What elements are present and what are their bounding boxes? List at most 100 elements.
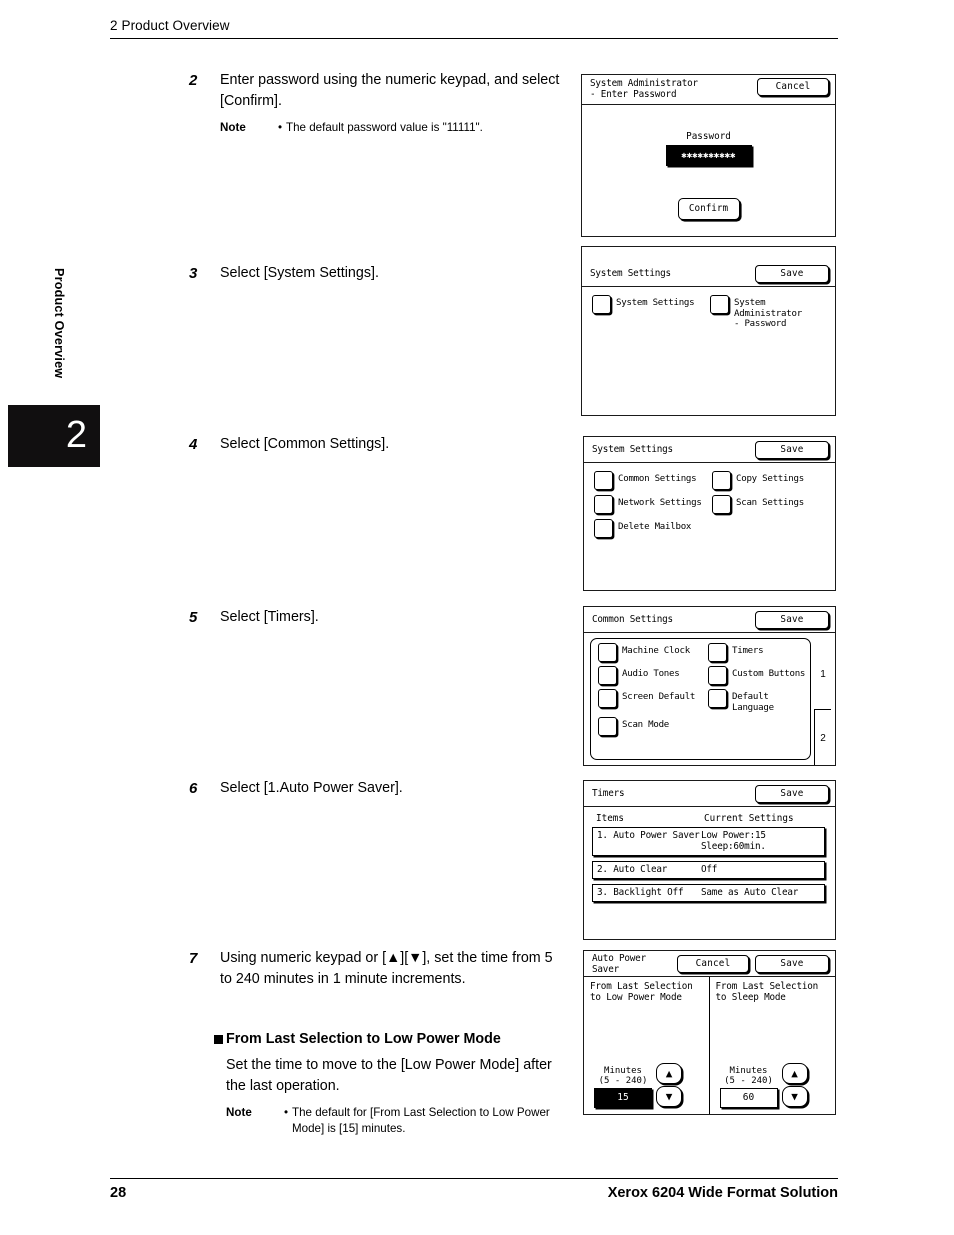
timers-table-header: Items Current Settings	[592, 813, 825, 827]
chapter-title: 2 Product Overview	[110, 18, 230, 33]
menu-item-system-settings[interactable]: System Settings	[592, 295, 704, 330]
selection-box-icon	[598, 666, 617, 685]
step-note: Note • The default password value is "11…	[189, 120, 561, 136]
panel-system-settings-root: System Settings Save System Settings Sys…	[581, 246, 836, 416]
cancel-button[interactable]: Cancel	[677, 954, 749, 973]
page-marker-2[interactable]: 2	[814, 709, 831, 765]
selection-box-icon	[708, 643, 727, 662]
panel-body: Password ✱✱✱✱✱✱✱✱✱✱ Confirm	[582, 105, 835, 236]
low-power-mode-column: From Last Selection to Low Power Mode Mi…	[584, 977, 710, 1114]
row-item-label: 3. Backlight Off	[597, 887, 684, 898]
panel-titlebar: System Settings Save	[582, 261, 835, 287]
menu-item-default-language[interactable]: Default Language	[708, 689, 812, 713]
step-text: Select [Common Settings].	[220, 436, 390, 452]
step-5: 5 Select [Timers].	[189, 607, 561, 628]
sleep-mode-spinner: Minutes (5 - 240) 60 ▲ ▼	[719, 1063, 808, 1108]
menu-grid: Common Settings Copy Settings Network Se…	[594, 471, 825, 538]
menu-item-timers[interactable]: Timers	[708, 643, 812, 662]
panel-timers: Timers Save Items Current Settings 1. Au…	[583, 780, 836, 940]
menu-item-scan-settings[interactable]: Scan Settings	[712, 495, 824, 514]
decrement-down-icon[interactable]: ▼	[781, 1086, 808, 1107]
header-rule	[110, 38, 838, 39]
step-7: 7 Using numeric keypad or [▲][▼], set th…	[189, 948, 561, 990]
panel-titlebar: Timers Save	[584, 781, 835, 807]
menu-item-label: Timers	[732, 646, 764, 656]
password-label: Password	[686, 131, 731, 142]
increment-up-icon[interactable]: ▲	[656, 1063, 682, 1084]
step-number: 7	[189, 950, 198, 967]
selection-box-icon	[708, 666, 727, 685]
menu-item-audio-tones[interactable]: Audio Tones	[598, 666, 702, 685]
row-item-label: 2. Auto Clear	[597, 864, 668, 875]
save-button[interactable]: Save	[755, 440, 829, 459]
menu-item-label: Machine Clock	[622, 646, 690, 656]
sleep-minutes-value[interactable]: 60	[719, 1088, 778, 1108]
selection-box-icon	[592, 295, 611, 314]
save-button[interactable]: Save	[755, 784, 829, 803]
save-button[interactable]: Save	[755, 954, 829, 973]
column-header-current-settings: Current Settings	[704, 813, 794, 824]
menu-item-custom-buttons[interactable]: Custom Buttons	[708, 666, 812, 685]
subsection-paragraph: Set the time to move to the [Low Power M…	[226, 1057, 552, 1094]
menu-item-machine-clock[interactable]: Machine Clock	[598, 643, 702, 662]
menu-item-common-settings[interactable]: Common Settings	[594, 471, 706, 490]
panel-title: System Settings	[590, 268, 671, 279]
menu-item-label: System Settings	[616, 298, 695, 308]
panel-title: System Settings	[592, 444, 673, 455]
menu-item-label: Scan Settings	[736, 498, 804, 508]
page-header: 2 Product Overview	[110, 18, 838, 39]
selection-box-icon	[712, 471, 731, 490]
increment-up-icon[interactable]: ▲	[781, 1063, 808, 1084]
step-text: Select [1.Auto Power Saver].	[220, 780, 403, 796]
menu-item-network-settings[interactable]: Network Settings	[594, 495, 706, 514]
side-tab-chapter-marker: 2	[8, 405, 100, 467]
panel-body: From Last Selection to Low Power Mode Mi…	[584, 977, 835, 1114]
row-item-value: Off	[701, 864, 718, 875]
minutes-range-label: Minutes (5 - 240)	[724, 1066, 773, 1086]
panel-auto-power-saver: Auto Power Saver Cancel Save From Last S…	[583, 950, 836, 1115]
step-text: Select [Timers].	[220, 609, 319, 625]
confirm-button[interactable]: Confirm	[677, 198, 740, 220]
panel-title: Auto Power Saver	[592, 952, 646, 975]
table-row[interactable]: 3. Backlight Off Same as Auto Clear	[592, 884, 825, 902]
menu-item-scan-mode[interactable]: Scan Mode	[598, 717, 702, 736]
menu-item-copy-settings[interactable]: Copy Settings	[712, 471, 824, 490]
note-bullet: •	[278, 121, 283, 134]
low-power-minutes-value[interactable]: 15	[594, 1088, 652, 1108]
decrement-down-icon[interactable]: ▼	[656, 1086, 682, 1107]
save-button[interactable]: Save	[755, 264, 829, 283]
column-header-items: Items	[596, 813, 624, 824]
menu-item-label: Delete Mailbox	[618, 522, 692, 532]
menu-item-system-administrator-password[interactable]: System Administrator - Password	[710, 295, 822, 330]
table-row[interactable]: 2. Auto Clear Off	[592, 861, 825, 879]
side-tab-label: Product Overview	[52, 268, 66, 379]
panel-titlebar: Common Settings Save	[584, 607, 835, 633]
menu-item-label: System Administrator - Password	[734, 298, 802, 329]
panel-body: Items Current Settings 1. Auto Power Sav…	[584, 807, 835, 939]
password-input[interactable]: ✱✱✱✱✱✱✱✱✱✱	[665, 145, 752, 166]
low-power-spinner: Minutes (5 - 240) 15 ▲ ▼	[594, 1063, 682, 1108]
page-marker-1[interactable]: 1	[815, 669, 831, 680]
menu-item-delete-mailbox[interactable]: Delete Mailbox	[594, 519, 706, 538]
menu-item-screen-default[interactable]: Screen Default	[598, 689, 702, 713]
step-text: Using numeric keypad or [▲][▼], set the …	[220, 950, 553, 987]
step-number: 2	[189, 72, 198, 89]
panel-titlebar: Auto Power Saver Cancel Save	[584, 951, 835, 977]
panel-body: Machine Clock Timers Audio Tones Custom …	[584, 633, 835, 765]
table-row[interactable]: 1. Auto Power Saver Low Power:15 Sleep:6…	[592, 827, 825, 856]
panel-body: Common Settings Copy Settings Network Se…	[584, 463, 835, 590]
note-text: The default password value is "11111".	[286, 121, 483, 134]
step-6: 6 Select [1.Auto Power Saver].	[189, 778, 561, 799]
menu-item-label: Custom Buttons	[732, 669, 806, 679]
panel-titlebar: System Administrator - Enter Password Ca…	[582, 75, 835, 105]
save-button[interactable]: Save	[755, 610, 829, 629]
selection-box-icon	[598, 689, 617, 708]
menu-item-label: Copy Settings	[736, 474, 804, 484]
step-4: 4 Select [Common Settings].	[189, 434, 561, 455]
side-tab-number: 2	[65, 414, 87, 457]
panel-title: Timers	[592, 788, 625, 799]
cancel-button[interactable]: Cancel	[757, 78, 829, 96]
step-number: 6	[189, 780, 198, 797]
minutes-range-label: Minutes (5 - 240)	[598, 1066, 648, 1086]
step-2: 2 Enter password using the numeric keypa…	[189, 70, 561, 136]
